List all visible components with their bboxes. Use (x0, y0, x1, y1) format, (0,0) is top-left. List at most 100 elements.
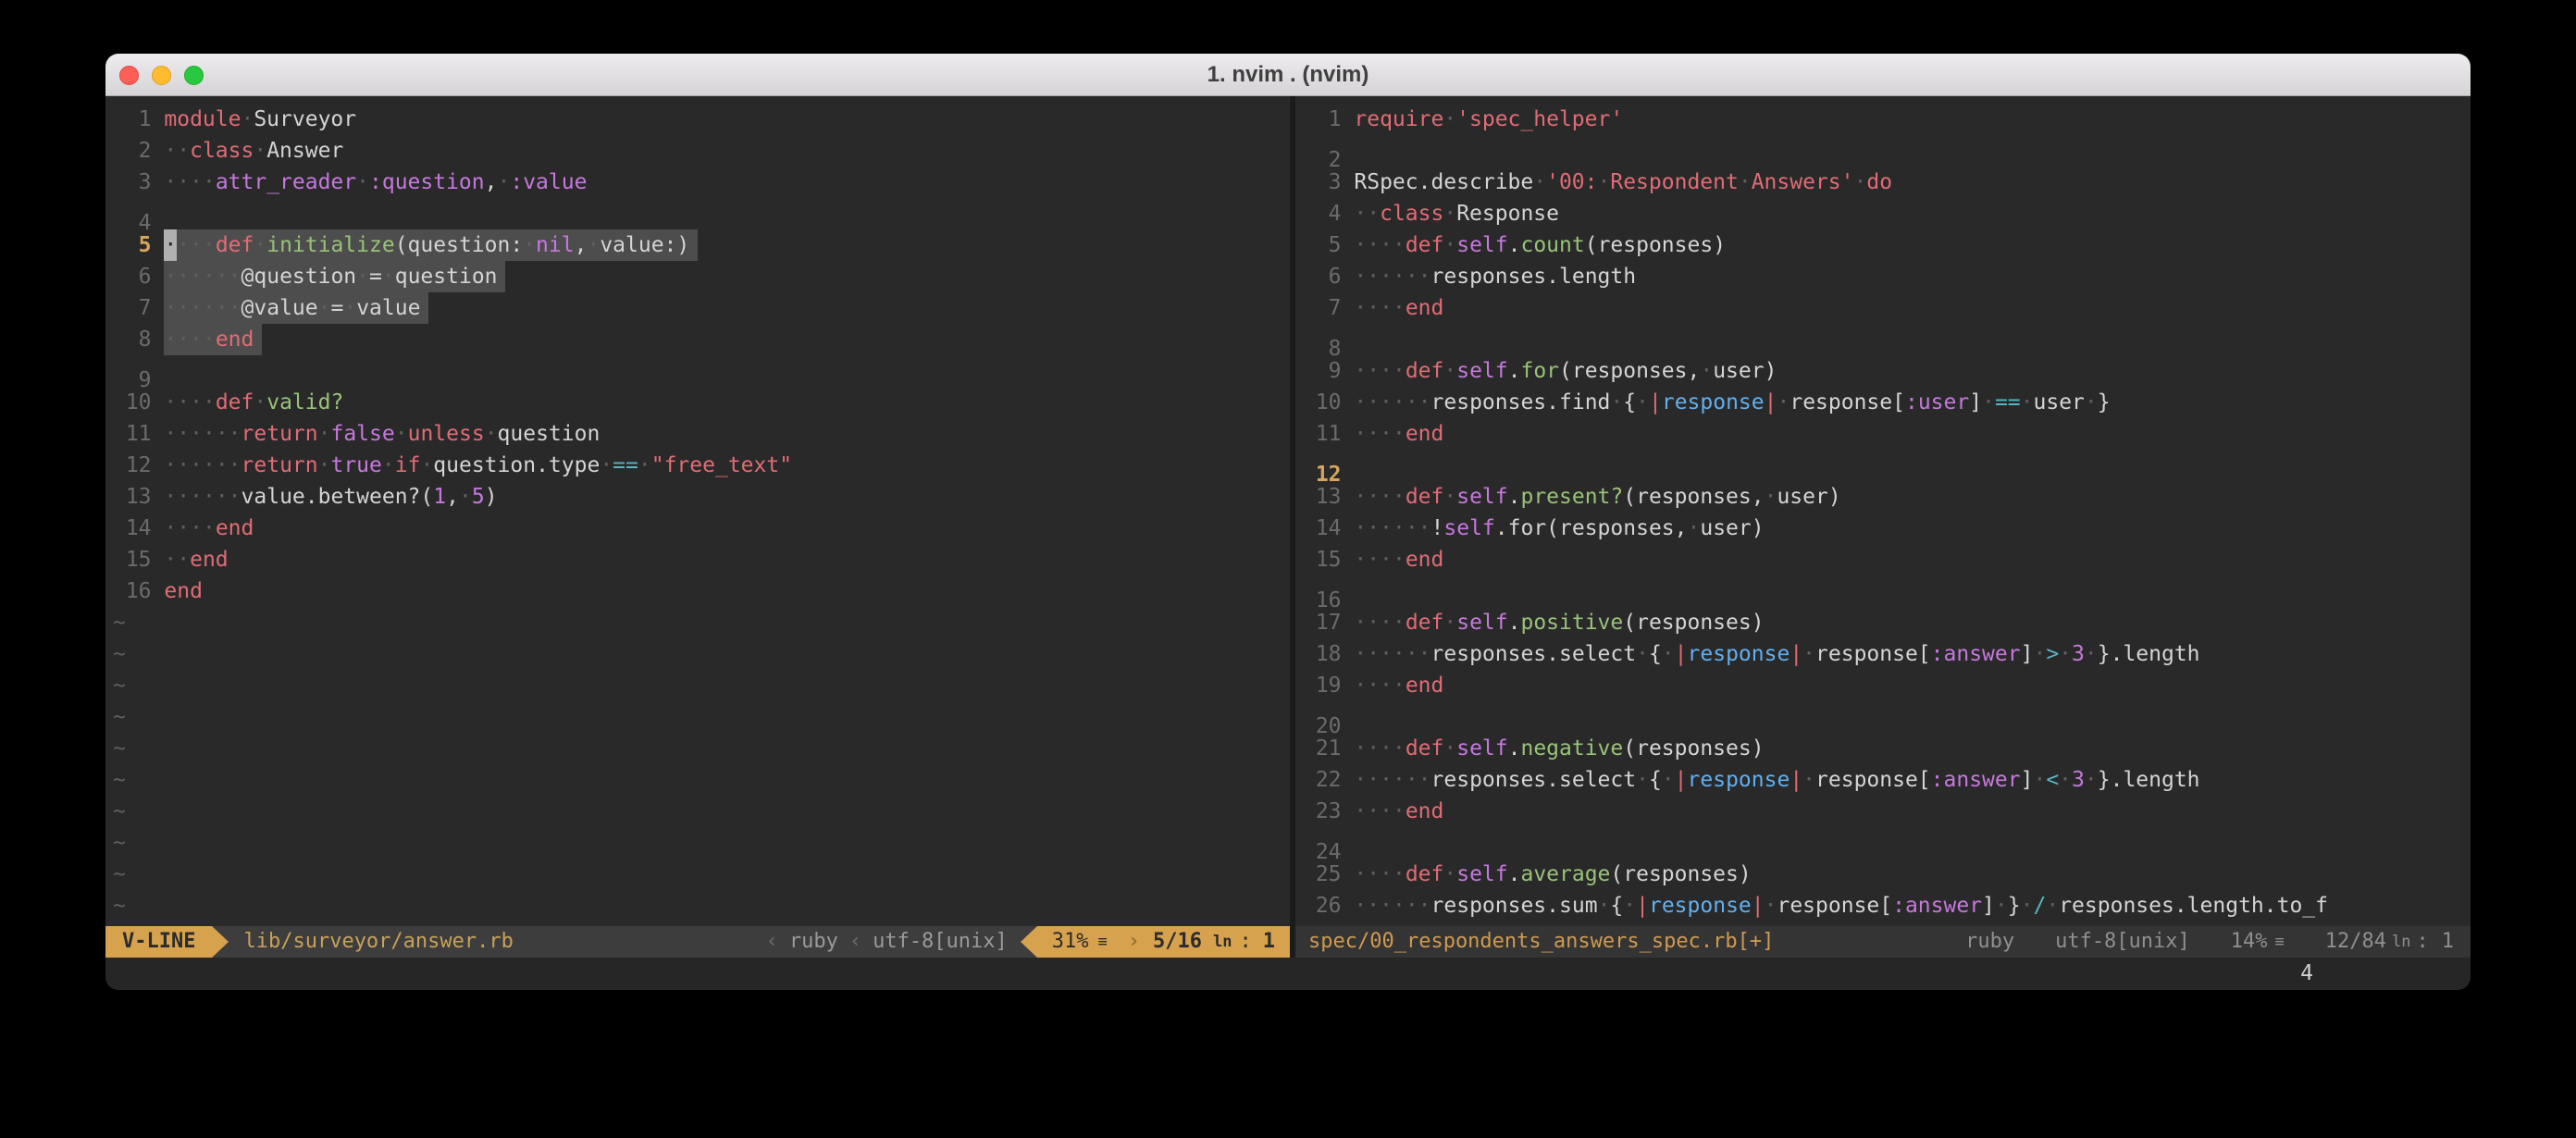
line-number: 10 (113, 387, 152, 418)
code-line: 25····def·self.average(responses) (1303, 859, 2471, 890)
line-number: 9 (1303, 355, 1342, 387)
empty-line-tilde: ~ (113, 670, 1290, 701)
empty-line-tilde: ~ (113, 796, 1290, 827)
gold-separator-icon: › (1128, 926, 1140, 958)
line-number: 6 (1303, 261, 1342, 292)
empty-line-tilde: ~ (113, 607, 1290, 638)
line-number: 7 (113, 292, 152, 324)
code-line: 1module·Surveyor (113, 104, 1290, 135)
code-line: 15··end (113, 544, 1290, 575)
code-line: 5····def·self.count(responses) (1303, 229, 2471, 261)
ln-icon: ln (1213, 926, 1232, 958)
powerline-separator-icon (1021, 926, 1037, 958)
code-line: 16end (113, 575, 1290, 607)
line-number: 11 (113, 418, 152, 450)
code-line: 8····end (113, 324, 1290, 355)
code-line: 1require·'spec_helper' (1303, 104, 2471, 135)
line-number: 12 (113, 450, 152, 481)
line-number: 18 (1303, 638, 1342, 670)
line-number: 21 (1303, 733, 1342, 764)
window-title: 1. nvim . (nvim) (1208, 62, 1369, 88)
empty-line-tilde: ~ (113, 859, 1290, 890)
line-number: 23 (1303, 796, 1342, 827)
close-button[interactable] (119, 66, 139, 85)
scroll-percent: 14% (2231, 926, 2268, 958)
code-line: 5····def·initialize(question:·nil,·value… (113, 229, 1290, 261)
col-separator: : (2417, 926, 2429, 958)
nvim-editor: 1module·Surveyor2··class·Answer3····attr… (105, 96, 2471, 989)
line-number: 8 (113, 324, 152, 355)
code-line: 11····end (1303, 418, 2471, 450)
code-line: 14······!self.for(responses,·user) (1303, 513, 2471, 544)
line-number: 4 (1303, 198, 1342, 229)
empty-line-tilde: ~ (113, 638, 1290, 670)
code-line: 3····attr_reader·:question,·:value (113, 167, 1290, 198)
ln-icon: ln (2392, 926, 2410, 958)
file-path: lib/surveyor/answer.rb (229, 926, 527, 958)
line-number: 3 (1303, 167, 1342, 198)
line-number: 15 (1303, 544, 1342, 575)
code-line: 17····def·self.positive(responses) (1303, 607, 2471, 638)
line-number: 16 (113, 575, 152, 607)
command-line[interactable]: 4 (105, 958, 2471, 989)
line-number: 1 (1303, 104, 1342, 135)
code-line: 3RSpec.describe·'00:·Respondent·Answers'… (1303, 167, 2471, 198)
code-line: 11······return·false·unless·question (113, 418, 1290, 450)
code-line: 7····end (1303, 292, 2471, 324)
line-number: 25 (1303, 859, 1342, 890)
code-line: 7······@value·=·value (113, 292, 1290, 324)
line-number: 13 (1303, 481, 1342, 513)
empty-line-tilde: ~ (113, 701, 1290, 733)
code-pane-left[interactable]: 1module·Surveyor2··class·Answer3····attr… (105, 96, 1290, 926)
code-line: 20 (1303, 701, 2471, 733)
code-line: 13······value.between?(1,·5) (113, 481, 1290, 513)
line-number: 6 (113, 261, 152, 292)
code-line: 10······responses.find·{·|response|·resp… (1303, 387, 2471, 418)
statusline-left: V-LINE lib/surveyor/answer.rb ‹ ruby ‹ u… (105, 926, 1290, 958)
code-line: 9····def·self.for(responses,·user) (1303, 355, 2471, 387)
line-number: 2 (113, 135, 152, 167)
powerline-separator-icon (212, 926, 229, 958)
line-number: 5 (113, 229, 152, 261)
encoding-label: utf-8[unix] (873, 926, 1008, 958)
code-line: 16 (1303, 575, 2471, 607)
code-line: 6······responses.length (1303, 261, 2471, 292)
code-line: 2 (1303, 135, 2471, 167)
minimize-button[interactable] (152, 66, 171, 85)
file-path: spec/00_respondents_answers_spec.rb[+] (1295, 926, 1787, 958)
mode-indicator: V-LINE (105, 926, 212, 958)
cursor-column: 1 (1263, 926, 1275, 958)
cursor-position: 12/84 (2325, 926, 2386, 958)
code-line: 13····def·self.present?(responses,·user) (1303, 481, 2471, 513)
statusline-right: spec/00_respondents_answers_spec.rb[+] r… (1295, 926, 2471, 958)
cursor-block: · (164, 229, 177, 261)
line-number: 11 (1303, 418, 1342, 450)
code-line: 23····end (1303, 796, 2471, 827)
code-line: 26······responses.sum·{·|response|·respo… (1303, 890, 2471, 922)
col-separator: : (1240, 926, 1252, 958)
code-line: 24 (1303, 827, 2471, 859)
line-number: 1 (113, 104, 152, 135)
line-number: 17 (1303, 607, 1342, 638)
pending-command: 4 (2300, 958, 2313, 989)
code-line: 4··class·Response (1303, 198, 2471, 229)
encoding-label: utf-8[unix] (2055, 926, 2190, 958)
empty-line-tilde: ~ (113, 827, 1290, 859)
window-titlebar[interactable]: 1. nvim . (nvim) (105, 54, 2471, 96)
line-number: 14 (1303, 513, 1342, 544)
code-line: 2··class·Answer (113, 135, 1290, 167)
code-pane-right[interactable]: 1require·'spec_helper'23RSpec.describe·'… (1295, 96, 2471, 926)
lines-icon: ≡ (2275, 926, 2285, 958)
code-line: 15····end (1303, 544, 2471, 575)
code-line: 19····end (1303, 670, 2471, 701)
code-line: 22······responses.select·{·|response|·re… (1303, 764, 2471, 796)
thin-separator-icon: ‹ (766, 926, 778, 958)
line-number: 26 (1303, 890, 1342, 922)
line-number: 5 (1303, 229, 1342, 261)
code-line: 12······return·true·if·question.type·==·… (113, 450, 1290, 481)
empty-line-tilde: ~ (113, 733, 1290, 764)
position-segment: 31% ≡ › 5/16 ln : 1 (1037, 926, 1290, 958)
zoom-button[interactable] (184, 66, 204, 85)
line-number: 15 (113, 544, 152, 575)
code-line: 9 (113, 355, 1290, 387)
